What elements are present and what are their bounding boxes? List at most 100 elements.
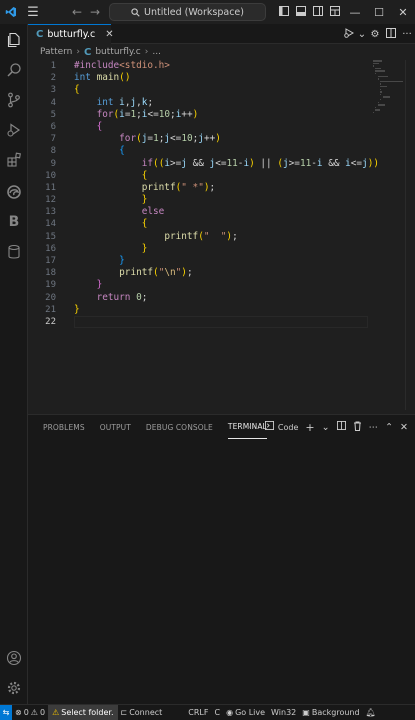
eol-item[interactable]: CRLF xyxy=(185,708,211,717)
back-arrow-icon[interactable]: ← xyxy=(68,5,86,19)
edge-devtools-icon[interactable] xyxy=(0,178,28,206)
b-extension-icon[interactable]: B xyxy=(0,208,28,236)
tab-problems[interactable]: PROBLEMS xyxy=(43,415,85,439)
run-code-icon[interactable] xyxy=(341,27,357,41)
tab-output[interactable]: OUTPUT xyxy=(100,415,131,439)
code-lines[interactable]: #include<stdio.h> int main(){ int i,j,k; … xyxy=(74,60,379,328)
code-line[interactable]: { xyxy=(74,145,374,157)
code-line[interactable]: printf(" "); xyxy=(74,231,374,243)
platform-item[interactable]: Win32 xyxy=(268,708,299,717)
tab-butturfly-c[interactable]: C butturfly.c ✕ xyxy=(28,24,114,44)
search-icon[interactable] xyxy=(0,56,28,84)
code-line[interactable]: } xyxy=(74,255,374,267)
minimap-line xyxy=(375,67,381,70)
explorer-icon[interactable] xyxy=(0,26,28,54)
editor-scrollbar[interactable] xyxy=(405,60,413,410)
background-item[interactable]: ▣ Background xyxy=(299,708,362,717)
code-line[interactable]: printf("\n"); xyxy=(74,267,374,279)
menu-hamburger-icon[interactable]: ☰ xyxy=(22,0,44,24)
close-window-icon[interactable]: ✕ xyxy=(391,6,415,19)
code-line[interactable]: return 0; xyxy=(74,292,374,304)
line-number: 18 xyxy=(45,268,56,279)
code-line[interactable]: } xyxy=(74,279,374,291)
minimap-line xyxy=(380,85,388,88)
trash-icon[interactable] xyxy=(350,421,365,434)
code-line[interactable]: if((i>=j && j<=11-i) || (j>=11-i && i<=j… xyxy=(74,158,379,170)
line-number: 17 xyxy=(45,256,56,266)
code-line[interactable]: printf(" *"); xyxy=(74,182,374,194)
new-terminal-plus-icon[interactable]: + xyxy=(302,421,317,434)
line-number: 19 xyxy=(45,280,56,291)
breadcrumb-folder[interactable]: Pattern xyxy=(40,47,72,57)
notifications-bell-icon[interactable]: 🔔︎ xyxy=(363,708,379,717)
toggle-panel-icon[interactable] xyxy=(292,5,309,19)
line-number: 2 xyxy=(50,73,56,84)
minimap-line xyxy=(380,80,404,83)
source-control-icon[interactable] xyxy=(0,86,28,114)
maximize-icon[interactable]: ☐ xyxy=(367,6,391,19)
close-icon[interactable]: ✕ xyxy=(105,29,113,40)
terminal-more-icon[interactable]: ⋯ xyxy=(245,422,261,433)
code-line[interactable]: { xyxy=(74,170,374,182)
chevron-right-icon: › xyxy=(76,47,80,57)
connect-label: Connect xyxy=(129,708,163,717)
code-line[interactable]: else xyxy=(74,206,374,218)
minimap-line xyxy=(380,83,381,85)
select-folder-item[interactable]: ⚠ Select folder. xyxy=(48,704,118,720)
minimap-line xyxy=(377,104,385,106)
line-number: 11 xyxy=(45,182,56,193)
code-line[interactable]: for(j=1;j<=10;j++) xyxy=(74,133,374,145)
maximize-panel-chevron-up-icon[interactable]: ⌃ xyxy=(382,422,396,433)
error-icon: ⊗ xyxy=(15,708,22,717)
more-actions-icon[interactable]: ⋯ xyxy=(366,422,382,433)
code-line[interactable]: { xyxy=(74,84,374,96)
line-number: 5 xyxy=(50,109,56,120)
toggle-secondary-sidebar-icon[interactable] xyxy=(309,5,326,19)
code-line[interactable]: int main() xyxy=(74,72,374,84)
code-editor[interactable]: 1 2 3 4 5 6 7 8 9 10 11 12 13 14 15 16 1… xyxy=(28,60,415,410)
language-mode[interactable]: C xyxy=(211,708,223,717)
code-line[interactable] xyxy=(74,316,374,328)
problems-indicator[interactable]: ⊗ 0 ⚠ 0 xyxy=(12,708,48,717)
account-icon[interactable] xyxy=(0,644,28,672)
split-terminal-icon[interactable] xyxy=(334,421,349,433)
toggle-sidebar-icon[interactable] xyxy=(275,5,292,19)
connect-item[interactable]: ⊏ Connect xyxy=(118,708,166,717)
terminal-dropdown-chevron-down-icon[interactable]: ⌄ xyxy=(319,422,333,433)
command-center-search[interactable]: Untitled (Workspace) xyxy=(109,3,266,21)
code-line[interactable]: for(i=1;i<=10;i++) xyxy=(74,109,374,121)
code-line[interactable]: int i,j,k; xyxy=(74,97,374,109)
extensions-icon[interactable] xyxy=(0,146,28,174)
run-dropdown-chevron-down-icon[interactable]: ⌄ xyxy=(357,29,367,40)
code-line[interactable]: } xyxy=(74,304,374,316)
code-line[interactable]: #include<stdio.h> xyxy=(74,60,374,72)
background-label: Background xyxy=(311,708,360,717)
database-icon[interactable] xyxy=(0,238,28,266)
run-debug-icon[interactable] xyxy=(0,116,28,144)
breadcrumb-file[interactable]: butturfly.c xyxy=(95,47,140,57)
more-actions-icon[interactable]: ··· xyxy=(399,29,415,40)
customize-layout-icon[interactable] xyxy=(326,5,343,19)
split-editor-icon[interactable] xyxy=(383,27,399,41)
forward-arrow-icon[interactable]: → xyxy=(86,5,104,19)
close-icon[interactable]: ✕ xyxy=(397,422,411,433)
terminal-name[interactable]: Code xyxy=(275,423,301,432)
settings-gear-icon[interactable]: ⚙ xyxy=(367,29,383,40)
code-line[interactable]: } xyxy=(74,243,374,255)
minimap-line xyxy=(382,96,390,98)
breadcrumb-more[interactable]: ... xyxy=(152,47,161,57)
search-icon xyxy=(131,7,140,17)
bottom-panel: PROBLEMS OUTPUT DEBUG CONSOLE TERMINAL ⋯… xyxy=(28,414,415,704)
editor-tabs-bar: C butturfly.c ✕ ⌄ ⚙ ··· xyxy=(28,24,415,44)
go-live-item[interactable]: ◉ Go Live xyxy=(223,708,268,717)
remote-indicator-icon[interactable]: ⇆ xyxy=(0,704,12,720)
select-folder-label: Select folder. xyxy=(61,708,114,717)
line-number: 4 xyxy=(50,97,56,108)
minimize-icon[interactable]: — xyxy=(343,6,367,19)
minimap[interactable] xyxy=(373,60,404,120)
code-line[interactable]: { xyxy=(74,218,374,230)
code-line[interactable]: { xyxy=(74,121,374,133)
tab-debug-console[interactable]: DEBUG CONSOLE xyxy=(146,415,213,439)
code-line[interactable]: } xyxy=(74,194,374,206)
settings-gear-icon[interactable] xyxy=(0,674,28,702)
